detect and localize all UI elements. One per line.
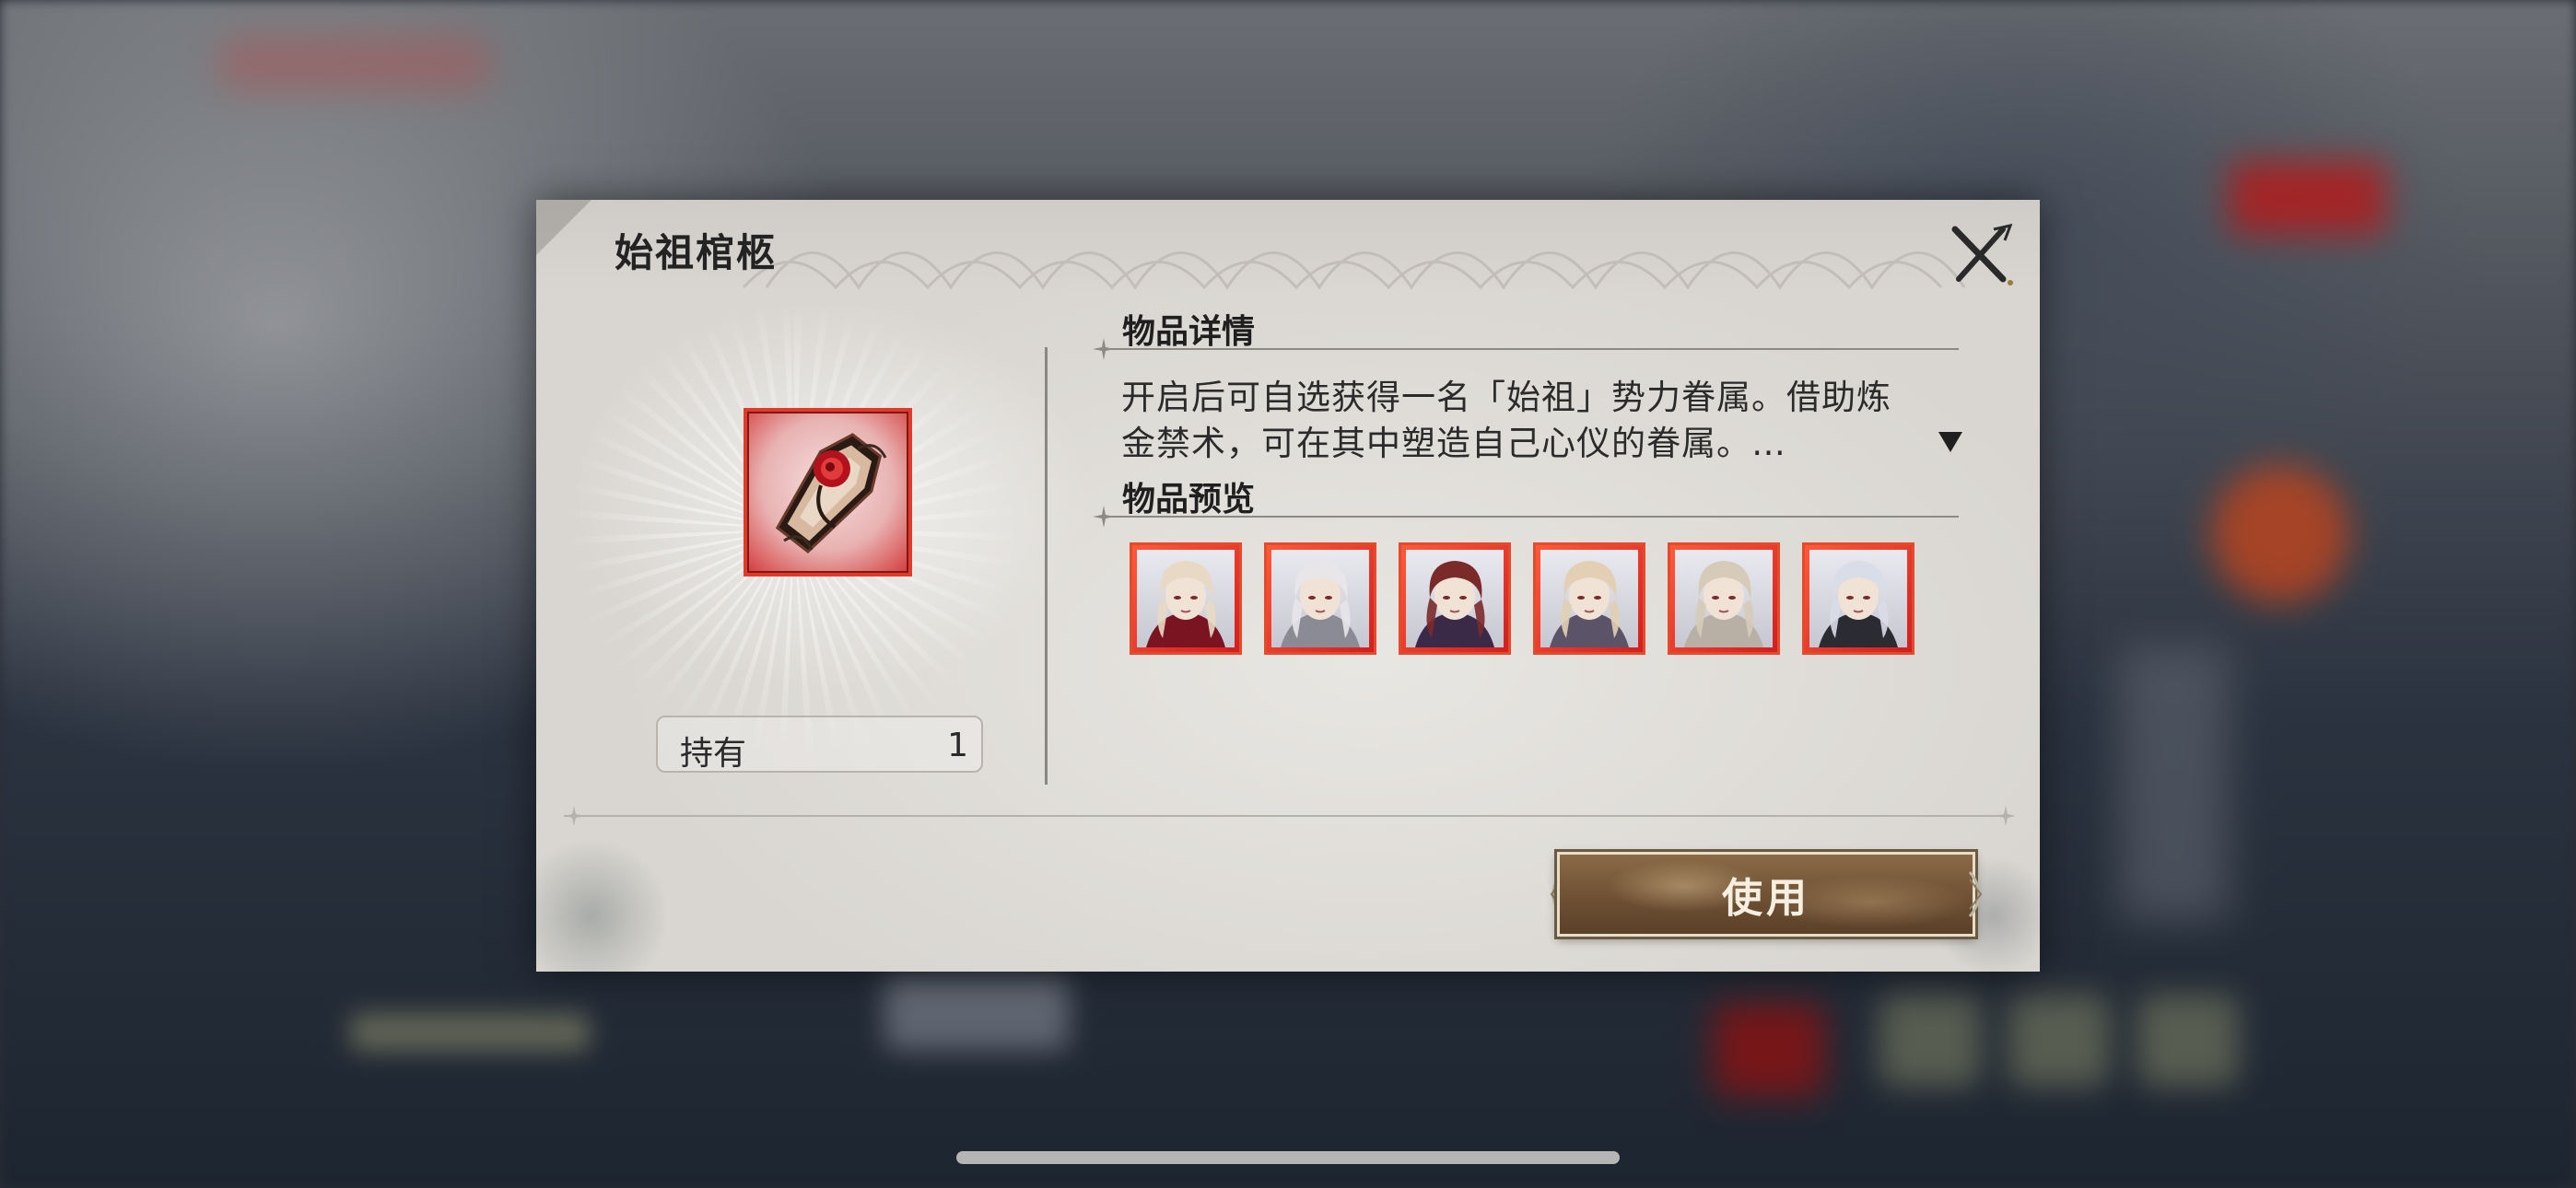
character-portrait-icon — [1415, 561, 1494, 647]
item-icon-frame[interactable] — [744, 408, 912, 577]
home-indicator[interactable] — [956, 1151, 1620, 1164]
character-portrait-icon — [1281, 561, 1360, 647]
character-portrait-icon — [1684, 561, 1763, 647]
triangle-down-icon — [1938, 432, 1962, 452]
preview-portrait-silver-haired-woman[interactable] — [1264, 542, 1376, 655]
details-rule — [1111, 348, 1959, 350]
holding-count: 1 — [947, 727, 968, 764]
expand-description-button[interactable] — [1937, 428, 1964, 454]
preview-portrait-blonde-man[interactable] — [1533, 542, 1645, 655]
holding-label: 持有 — [680, 735, 747, 773]
description-line-2: 金禁术，可在其中塑造自己心仪的眷属。… — [1121, 424, 1786, 463]
use-button[interactable]: 使用 — [1540, 843, 1992, 946]
bottom-rule — [564, 815, 2010, 817]
panel-divider — [1045, 347, 1048, 785]
description-line-1: 开启后可自选获得一名「始祖」势力眷属。借助炼 — [1121, 378, 1891, 417]
character-portrait-icon — [1819, 561, 1898, 647]
character-portrait-icon — [1550, 561, 1629, 647]
preview-rule — [1111, 516, 1959, 518]
preview-portrait-light-haired-woman[interactable] — [1668, 542, 1780, 655]
dialog-title: 始祖棺柩 — [615, 230, 778, 275]
use-button-label: 使用 — [1722, 875, 1810, 922]
close-x-icon — [1951, 223, 2013, 285]
preview-portrait-blonde-vampire-woman[interactable] — [1130, 542, 1242, 655]
item-detail-dialog: 始祖棺柩 持有 1 物品详情 开启后可自选获得一名「始祖」势力眷属。借助炼 金禁… — [536, 200, 2040, 972]
holding-count-box: 持有 1 — [656, 716, 983, 773]
details-heading: 物品详情 — [1122, 312, 1256, 351]
close-button[interactable] — [1946, 218, 2020, 292]
item-description: 开启后可自选获得一名「始祖」势力眷属。借助炼 金禁术，可在其中塑造自己心仪的眷属… — [1121, 375, 1914, 467]
preview-heading: 物品预览 — [1122, 480, 1256, 518]
preview-portrait-red-haired-man[interactable] — [1399, 542, 1511, 655]
preview-portrait-white-haired-man[interactable] — [1802, 542, 1914, 655]
star-ornament-icon — [1996, 806, 2016, 826]
character-portrait-icon — [1146, 561, 1225, 647]
star-ornament-icon — [564, 806, 584, 826]
coffin-rose-icon — [775, 433, 887, 553]
